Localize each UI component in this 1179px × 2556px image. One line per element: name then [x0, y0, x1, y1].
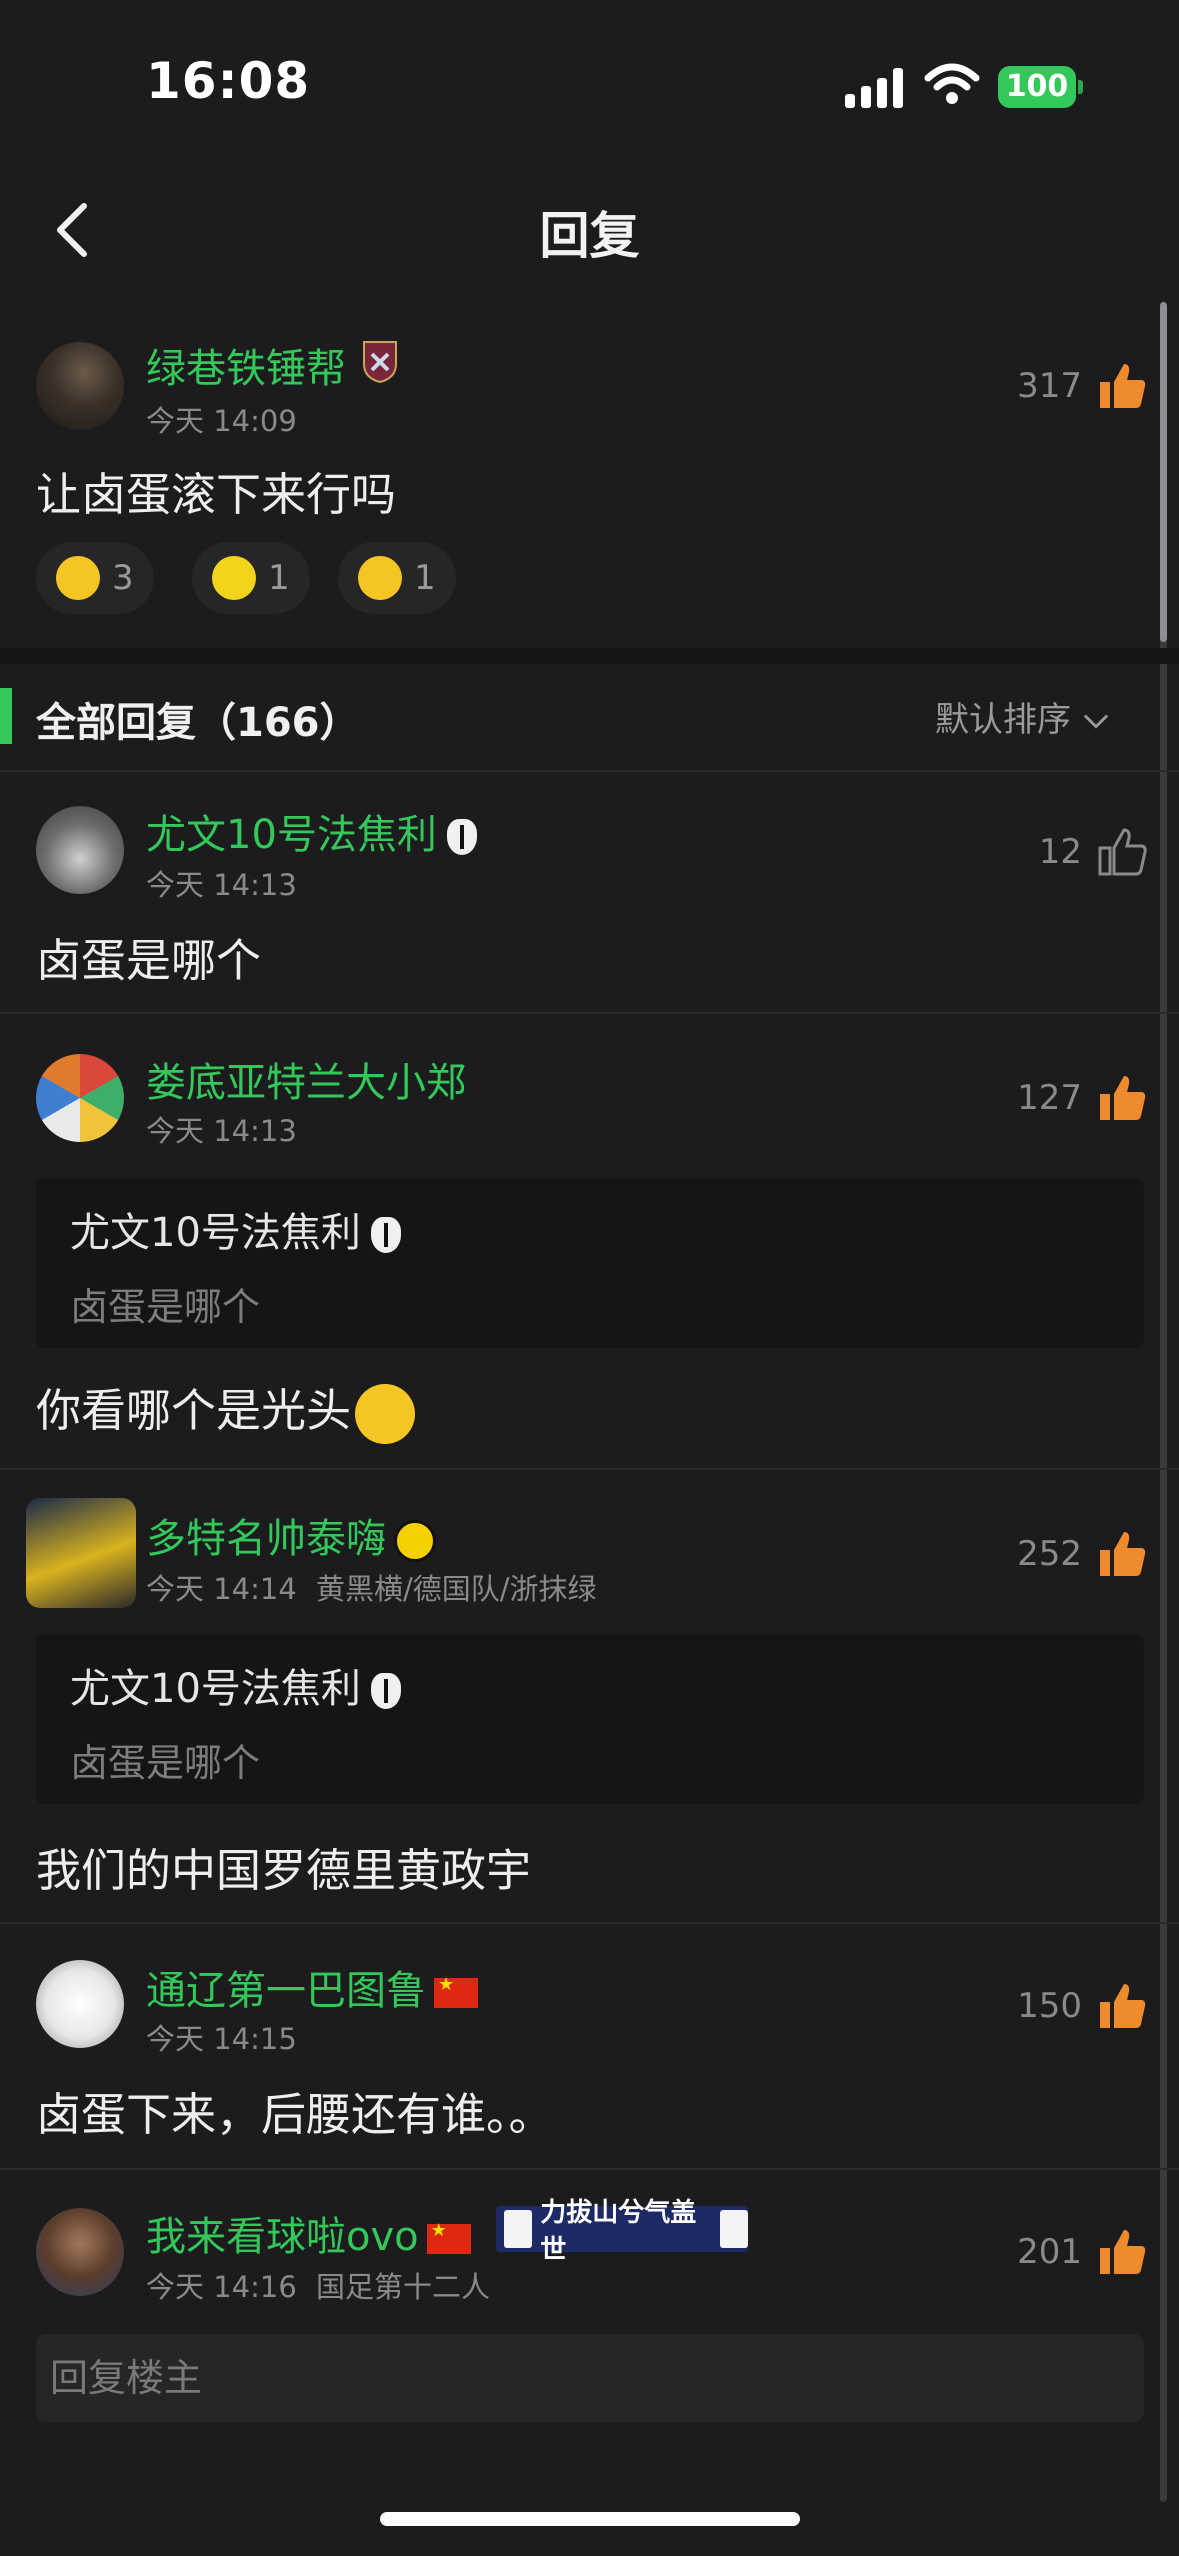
username-text: 多特名帅泰嗨	[146, 1516, 386, 1562]
avatar[interactable]	[36, 1054, 124, 1142]
reaction-count: 1	[414, 558, 436, 598]
juventus-badge-icon	[370, 1217, 401, 1253]
comment-text: 卤蛋下来，后腰还有谁。。	[36, 2088, 554, 2141]
username-text: 通辽第一巴图鲁	[146, 1968, 426, 2014]
like-count: 127	[1017, 1078, 1082, 1118]
fan-badge: 力拔山兮气盖世	[496, 2198, 748, 2265]
thumbs-up-icon[interactable]	[1096, 2226, 1148, 2278]
avatar[interactable]	[36, 806, 124, 894]
username-text: 我来看球啦ovo	[146, 2214, 419, 2260]
sort-label: 默认排序	[935, 700, 1071, 740]
username[interactable]: 多特名帅泰嗨	[146, 1506, 436, 1564]
comment-meta: 今天 14:14 黄黑横/德国队/浙抹绿	[146, 1566, 597, 1608]
like-count: 150	[1017, 1986, 1082, 2026]
quoted-reply[interactable]: 尤文10号法焦利 卤蛋是哪个	[36, 1178, 1144, 1348]
username[interactable]: 绿巷铁锤帮	[146, 336, 346, 394]
scrollbar-thumb[interactable]	[1160, 302, 1167, 642]
china-flag-icon	[426, 2220, 471, 2254]
team-badge-icon	[363, 341, 397, 384]
juventus-badge-icon	[446, 819, 477, 855]
laughing-emoji-icon	[355, 1384, 416, 1444]
status-time: 16:08	[146, 52, 311, 110]
comment-time: 今天 14:15	[146, 2022, 297, 2056]
china-flag-icon	[434, 1974, 478, 2008]
username[interactable]: 通辽第一巴图鲁	[146, 1958, 478, 2016]
quoted-username: 尤文10号法焦利	[70, 1656, 401, 1714]
chevron-down-icon	[1083, 713, 1109, 729]
avatar[interactable]	[26, 1498, 136, 1608]
comment-time: 今天 14:13	[146, 1114, 297, 1148]
username[interactable]: 我来看球啦ovo	[146, 2204, 471, 2262]
reply-input[interactable]	[36, 2334, 1144, 2422]
divider	[0, 1922, 1179, 1924]
divider	[0, 1468, 1179, 1470]
fan-badge-text: 力拔山兮气盖世	[540, 2198, 697, 2265]
section-separator	[0, 648, 1179, 664]
like-count: 317	[1017, 366, 1082, 406]
juventus-badge-icon	[370, 1673, 401, 1709]
sort-dropdown[interactable]: 默认排序	[935, 692, 1110, 741]
comment-text: 卤蛋是哪个	[36, 934, 262, 987]
quoted-text: 卤蛋是哪个	[70, 1741, 261, 1785]
username[interactable]: 尤文10号法焦利	[146, 802, 477, 860]
comment-text: 你看哪个是光头	[36, 1374, 416, 1444]
fan-badge-emblem-icon	[719, 2210, 748, 2248]
battery-indicator: 100	[998, 66, 1076, 108]
avatar[interactable]	[36, 2208, 124, 2296]
thumbs-up-outline-icon[interactable]	[1096, 826, 1148, 878]
reply-input-container[interactable]	[36, 2334, 1144, 2422]
wifi-icon	[924, 63, 980, 104]
avatar[interactable]	[36, 1960, 124, 2048]
quoted-text: 卤蛋是哪个	[70, 1285, 261, 1329]
comment-time: 今天 14:13	[146, 868, 297, 902]
fan-badge-emblem-icon	[504, 2210, 533, 2248]
quoted-username: 尤文10号法焦利	[70, 1200, 401, 1258]
comment-time: 今天 14:16	[146, 2270, 297, 2304]
lemon-emoji-icon	[212, 556, 256, 600]
user-tags: 国足第十二人	[316, 2270, 491, 2304]
comment-time: 今天 14:14	[146, 1572, 297, 1606]
page-title: 回复	[539, 207, 640, 265]
user-tags: 黄黑横/德国队/浙抹绿	[316, 1572, 597, 1606]
username[interactable]: 娄底亚特兰大小郑	[146, 1050, 466, 1108]
comment-time: 今天 14:09	[146, 404, 297, 438]
reaction-count: 1	[268, 558, 290, 598]
like-count: 201	[1017, 2232, 1082, 2272]
thumbs-up-icon[interactable]	[1096, 1980, 1148, 2032]
section-title: 全部回复（166）	[36, 700, 360, 746]
thumbs-up-icon[interactable]	[1096, 360, 1148, 412]
like-count: 252	[1017, 1534, 1082, 1574]
battery-tip	[1078, 80, 1083, 94]
thumbs-up-icon[interactable]	[1096, 1072, 1148, 1124]
comment-meta: 今天 14:16 国足第十二人	[146, 2264, 490, 2306]
quoted-reply[interactable]: 尤文10号法焦利 卤蛋是哪个	[36, 1634, 1144, 1804]
thinking-emoji-icon	[56, 556, 100, 600]
comment-text: 让卤蛋滚下来行吗	[36, 468, 397, 521]
divider	[0, 2168, 1179, 2170]
bvb-badge-icon	[394, 1520, 436, 1562]
reaction-thinking[interactable]: 3	[36, 542, 154, 614]
username-text: 尤文10号法焦利	[146, 812, 437, 858]
home-indicator[interactable]	[380, 2512, 800, 2526]
reaction-lemon[interactable]: 1	[192, 542, 310, 614]
reaction-count: 3	[112, 558, 134, 598]
divider	[0, 1012, 1179, 1014]
avatar[interactable]	[36, 342, 124, 430]
smirk-emoji-icon	[358, 556, 402, 600]
reaction-smirk[interactable]: 1	[338, 542, 456, 614]
thumbs-up-icon[interactable]	[1096, 1528, 1148, 1580]
divider	[0, 770, 1179, 772]
like-count: 12	[1038, 832, 1082, 872]
section-accent-bar	[0, 688, 12, 744]
comment-text: 我们的中国罗德里黄政宇	[36, 1844, 532, 1897]
cellular-signal-icon	[845, 66, 905, 108]
